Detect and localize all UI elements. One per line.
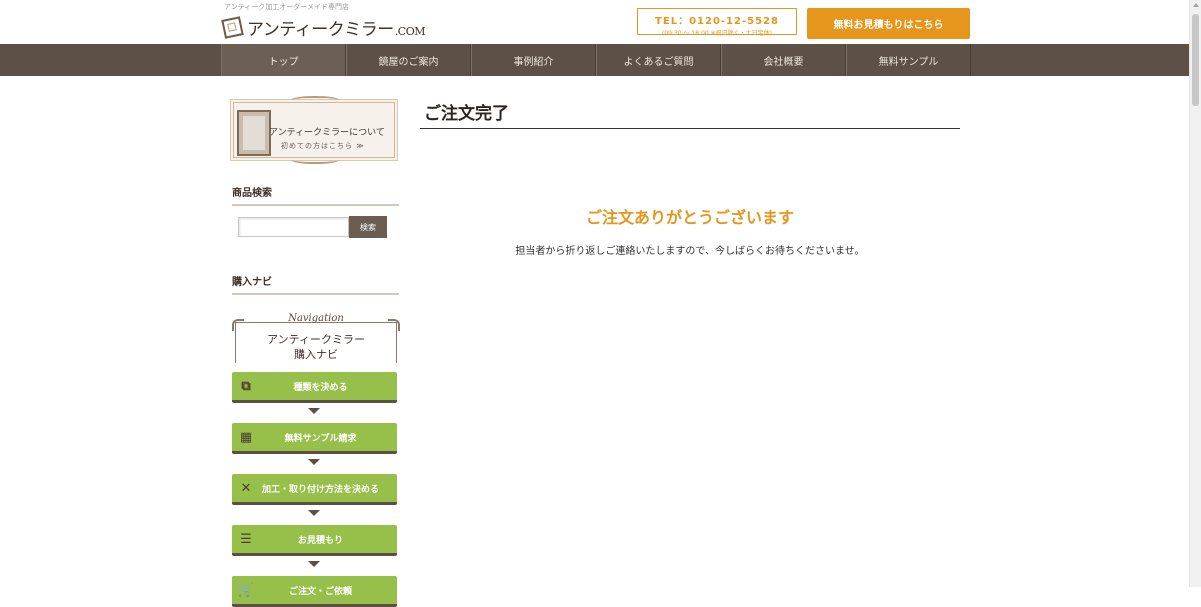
navi-title: アンティークミラー 購入ナビ [232,332,400,362]
list-icon: ☰ [240,531,252,547]
mirror-logo-icon [221,15,244,39]
step-label: お見積もり [297,535,343,546]
thanks-message: 担当者から折り返しご連絡いたしますので、今しばらくお待ちくださいませ。 [515,246,865,257]
samples-icon: ▦ [239,429,253,445]
ornament-icon [291,96,339,104]
step-label: 種類を決める [293,382,348,393]
nav-item-faq[interactable]: よくあるご質問 [596,44,721,76]
step-arrow-icon [308,561,320,567]
tools-icon: ✕ [240,480,252,496]
step-label: 無料サンプル請求 [284,433,357,444]
search-input[interactable] [238,217,349,237]
nav-item-guide[interactable]: 鏡屋のご案内 [346,44,471,76]
step-label: ご注文・ご依頼 [288,586,352,597]
step-estimate-button[interactable]: ☰ お見積もり [232,525,397,556]
copy-icon: ⧉ [241,378,251,394]
site-logo[interactable]: アンティークミラー.COM [221,14,426,40]
scrollbar-thumb[interactable] [1192,14,1199,106]
logo-suffix-text: .COM [394,24,426,38]
about-subtitle: 初めての方はこちら ≫ [281,142,365,150]
navi-title-line2: 購入ナビ [294,348,338,361]
step-order-button[interactable]: 🛒 ご注文・ご依頼 [232,576,397,607]
scroll-up-icon[interactable] [1193,3,1199,7]
tel-contact-box[interactable]: TEL：0120-12-5528 (09:30 ～ 18:00 ※祝日除く・土日… [637,8,797,37]
ornament-icon [291,156,339,164]
about-antique-mirror-banner[interactable]: アンティークミラーについて 初めての方はこちら ≫ [230,96,398,164]
nav-item-cases[interactable]: 事例紹介 [471,44,596,76]
step-free-sample-button[interactable]: ▦ 無料サンプル請求 [232,423,397,454]
cart-icon: 🛒 [237,582,255,598]
site-tagline: アンティーク加工オーダーメイド専門店 [224,3,350,11]
search-form: 検索 [238,216,387,238]
about-title: アンティークミラーについて [269,128,385,138]
page-title: ご注文完了 [424,104,509,124]
step-processing-button[interactable]: ✕ 加工・取り付け方法を決める [232,474,397,505]
step-choose-type-button[interactable]: ⧉ 種類を決める [232,372,397,403]
search-button[interactable]: 検索 [349,216,387,238]
product-search-heading: 商品検索 [232,184,399,206]
mirror-photo [237,110,271,156]
tel-hours: (09:30 ～ 18:00 ※祝日除く・土日定休) [661,30,772,37]
purchase-navi-heading: 購入ナビ [232,273,399,295]
page-scrollbar[interactable] [1189,0,1201,587]
step-arrow-icon [308,510,320,516]
step-label: 加工・取り付け方法を決める [261,484,379,495]
navi-script-text: Navigation [288,313,344,324]
site-header: アンティーク加工オーダーメイド専門店 アンティークミラー.COM TEL：012… [221,0,971,44]
nav-item-company[interactable]: 会社概要 [721,44,846,76]
thanks-heading: ご注文ありがとうございます [585,208,794,227]
title-divider [420,128,960,129]
nav-item-samples[interactable]: 無料サンプル [846,44,971,76]
logo-main-text: アンティークミラー [247,19,394,40]
navi-title-line1: アンティークミラー [267,333,365,346]
step-arrow-icon [308,408,320,414]
global-nav: トップ 鏡屋のご案内 事例紹介 よくあるご質問 会社概要 無料サンプル [0,44,1189,76]
purchase-navi-banner: Navigation アンティークミラー 購入ナビ [232,313,400,365]
free-estimate-button[interactable]: 無料お見積もりはこちら [807,8,970,39]
tel-number: TEL：0120-12-5528 [655,16,779,27]
nav-item-top[interactable]: トップ [221,44,346,76]
step-arrow-icon [308,459,320,465]
